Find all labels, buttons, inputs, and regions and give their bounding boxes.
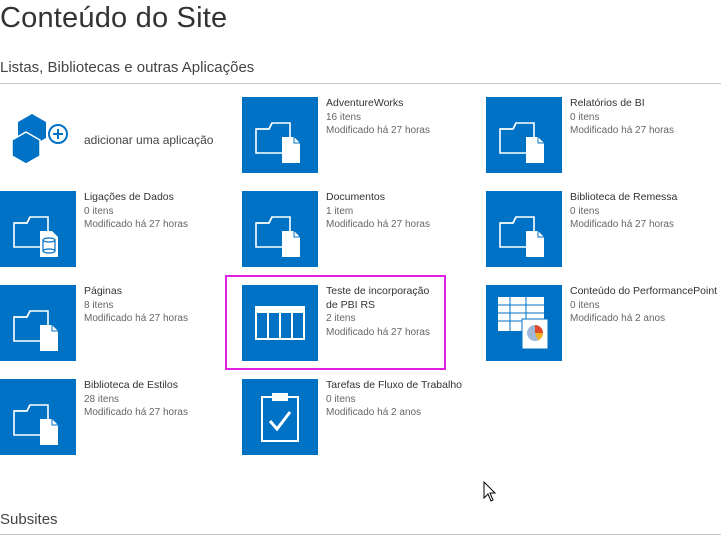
tile-modified: Modificado há 27 horas xyxy=(84,313,188,324)
tile-name[interactable]: AdventureWorks xyxy=(326,97,486,111)
tile-modified: Modificado há 27 horas xyxy=(84,219,188,230)
folder-document-icon xyxy=(0,379,76,455)
clipboard-check-icon xyxy=(242,379,318,455)
tile-name[interactable]: Páginas xyxy=(84,285,244,299)
tile-modified: Modificado há 27 horas xyxy=(570,125,674,136)
tile-modified: Modificado há 27 horas xyxy=(84,407,188,418)
subsites-heading: Subsites xyxy=(0,511,58,528)
add-app-icon[interactable] xyxy=(11,110,72,171)
tile-count: 2 itens xyxy=(326,313,356,324)
tile-modified: Modificado há 27 horas xyxy=(326,125,430,136)
tile-modified: Modificado há 2 anos xyxy=(570,313,666,324)
tile-modified: Modificado há 27 horas xyxy=(326,326,430,338)
tile-modified: Modificado há 27 horas xyxy=(570,219,674,230)
folder-document-icon xyxy=(486,191,562,267)
lists-heading: Listas, Bibliotecas e outras Aplicações xyxy=(0,59,255,76)
tile-name[interactable]: Ligações de Dados xyxy=(84,191,244,205)
tile-name-line1[interactable]: Teste de incorporação xyxy=(326,285,486,299)
section-divider xyxy=(0,83,721,84)
tile-modified: Modificado há 27 horas xyxy=(326,219,430,230)
performancepoint-icon xyxy=(486,285,562,361)
page-title: Conteúdo do Site xyxy=(0,2,228,34)
folder-document-icon xyxy=(242,97,318,173)
folder-document-icon xyxy=(486,97,562,173)
tile-name[interactable]: Biblioteca de Remessa xyxy=(570,191,720,205)
folder-database-icon xyxy=(0,191,76,267)
folder-document-icon xyxy=(242,191,318,267)
tile-count: 0 itens xyxy=(570,299,600,311)
mouse-cursor-icon xyxy=(483,480,497,508)
tile-count: 0 itens xyxy=(326,393,356,405)
tile-name[interactable]: Biblioteca de Estilos xyxy=(84,379,244,393)
tile-name[interactable]: Documentos xyxy=(326,191,486,205)
section-divider xyxy=(0,534,721,535)
tile-name[interactable]: Tarefas de Fluxo de Trabalho xyxy=(326,379,486,393)
table-icon xyxy=(242,285,318,361)
tile-name[interactable]: Conteúdo do PerformancePoint xyxy=(570,285,720,299)
tile-name-line2[interactable]: de PBI RS xyxy=(326,299,486,313)
tile-count: 0 itens xyxy=(570,111,600,123)
tile-count: 28 itens xyxy=(84,393,120,405)
tile-name[interactable]: Relatórios de BI xyxy=(570,97,720,111)
tile-count: 0 itens xyxy=(84,205,114,217)
add-app-link[interactable]: adicionar uma aplicação xyxy=(84,133,213,147)
tile-count: 1 item xyxy=(326,205,354,217)
tile-count: 0 itens xyxy=(570,205,600,217)
tile-count: 8 itens xyxy=(84,299,114,311)
tile-count: 16 itens xyxy=(326,111,362,123)
folder-document-icon xyxy=(0,285,76,361)
tile-modified: Modificado há 2 anos xyxy=(326,407,422,418)
